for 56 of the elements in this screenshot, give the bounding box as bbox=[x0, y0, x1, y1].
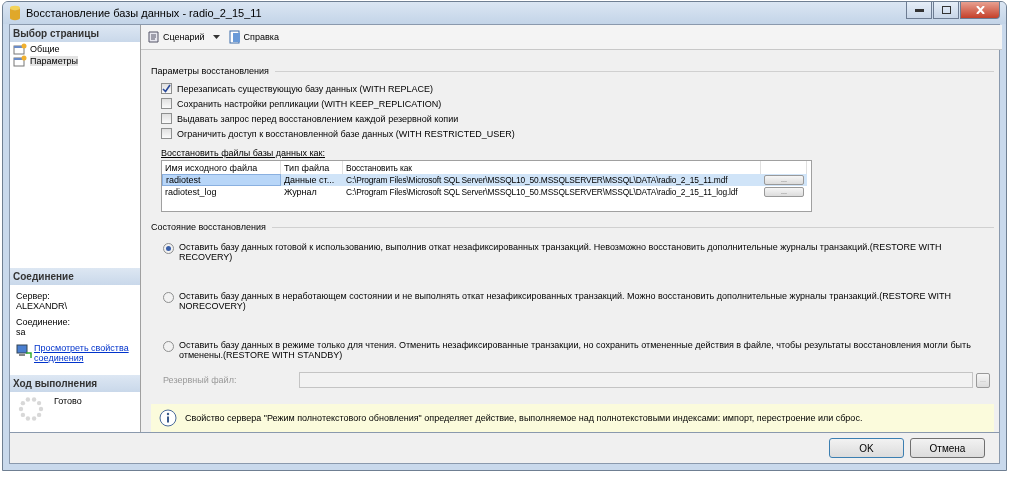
maximize-button[interactable] bbox=[933, 2, 959, 19]
checkbox[interactable] bbox=[161, 83, 172, 94]
minimize-button[interactable] bbox=[906, 2, 932, 19]
checkbox[interactable] bbox=[161, 98, 172, 109]
server-icon bbox=[16, 343, 32, 359]
window-title: Восстановление базы данных - radio_2_15_11 bbox=[26, 7, 262, 19]
table-cell: radiotest bbox=[162, 174, 281, 186]
database-icon bbox=[9, 5, 21, 21]
spinner-icon bbox=[18, 396, 44, 422]
radio-button[interactable] bbox=[163, 243, 174, 254]
page-icon bbox=[13, 43, 27, 55]
minimize-icon bbox=[914, 8, 924, 12]
field-value: ALEXANDR\ bbox=[16, 301, 69, 311]
table-cell-text: Журнал bbox=[283, 186, 318, 198]
script-icon bbox=[147, 30, 161, 44]
section-header: Ход выполнения bbox=[10, 375, 140, 392]
field-label: Соединение: bbox=[16, 317, 72, 327]
field-value: sa bbox=[16, 327, 27, 337]
option-label: Ограничить доступ к восстановленной базе данных (WITH RESTRICTED_USER) bbox=[177, 128, 515, 139]
option-label: Оставить базу данных в режиме только для чтения. Отменить незафиксированные транзакции, но сохранить отмененные действия в файле, чтобы результаты восстановления могли быть отменены.(RESTORE WITH STANDBY) bbox=[179, 340, 972, 360]
option-label: Оставить базу данных в неработающем состоянии и не выполнять откат незафиксированных транзакций. Можно восстановить дополнительные журналы транзакций.(RESTORE WITH NORECOVERY) bbox=[179, 291, 952, 311]
info-icon bbox=[159, 409, 177, 427]
group-title: Параметры восстановления bbox=[151, 66, 269, 76]
help-button[interactable]: Справка bbox=[225, 28, 281, 46]
section-header: Соединение bbox=[10, 268, 140, 285]
script-button[interactable]: Сценарий bbox=[145, 28, 207, 46]
page-item[interactable]: Параметры bbox=[10, 55, 140, 67]
view-connection-link[interactable]: Просмотреть свойства соединения bbox=[34, 343, 134, 363]
maximize-icon bbox=[941, 6, 951, 14]
info-message: Свойство сервера "Режим полнотекстового обновления" определяет действие, выполняемое над полнотекстовыми индексами: импорт, перестроение или сброс. bbox=[185, 413, 863, 423]
section-header: Выбор страницы bbox=[10, 25, 140, 42]
help-icon bbox=[227, 30, 242, 44]
table-cell: Данные ст... bbox=[281, 174, 343, 186]
dropdown-button[interactable] bbox=[210, 33, 222, 41]
radio-button[interactable] bbox=[163, 292, 174, 303]
table-cell-text: radiotest_log bbox=[164, 186, 218, 198]
option-label: Перезаписать существующую базу данных (WITH REPLACE) bbox=[177, 83, 433, 94]
checkbox[interactable] bbox=[161, 128, 172, 139]
page-item[interactable]: Общие bbox=[10, 43, 140, 55]
option-label: Оставить базу данных готовой к использованию, выполнив откат незафиксированных транзакций. Невозможно восстановить дополнительные журналы транзакций.(RESTORE WITH RECOVERY) bbox=[179, 242, 943, 262]
checkbox[interactable] bbox=[161, 113, 172, 124]
table-cell-text: C:\Program Files\Microsoft SQL Server\MSSQL10_50.MSSQLSERVER\MSSQL\DATA\radio_2_15_11_log.ldf bbox=[345, 186, 739, 198]
table-cell: C:\Program Files\Microsoft SQL Server\MSSQL10_50.MSSQLSERVER\MSSQL\DATA\radio_2_15_11.mdf bbox=[343, 174, 761, 186]
close-icon bbox=[975, 6, 985, 14]
page-icon bbox=[13, 55, 27, 67]
files-label: Восстановить файлы базы данных как: bbox=[161, 148, 326, 158]
close-button[interactable] bbox=[960, 2, 1000, 19]
progress-status: Готово bbox=[54, 396, 82, 406]
radio-button[interactable] bbox=[163, 341, 174, 352]
field-label: Сервер: bbox=[16, 291, 51, 301]
field-label: Резервный файл: bbox=[163, 375, 238, 385]
option-label: Сохранить настройки репликации (WITH KEEP_REPLICATION) bbox=[177, 98, 442, 109]
group-title: Состояние восстановления bbox=[151, 222, 266, 232]
cancel-button[interactable]: Отмена bbox=[910, 438, 985, 458]
option-label: Выдавать запрос перед восстановлением каждой резервной копии bbox=[177, 113, 459, 124]
ok-button[interactable]: OK bbox=[829, 438, 904, 458]
